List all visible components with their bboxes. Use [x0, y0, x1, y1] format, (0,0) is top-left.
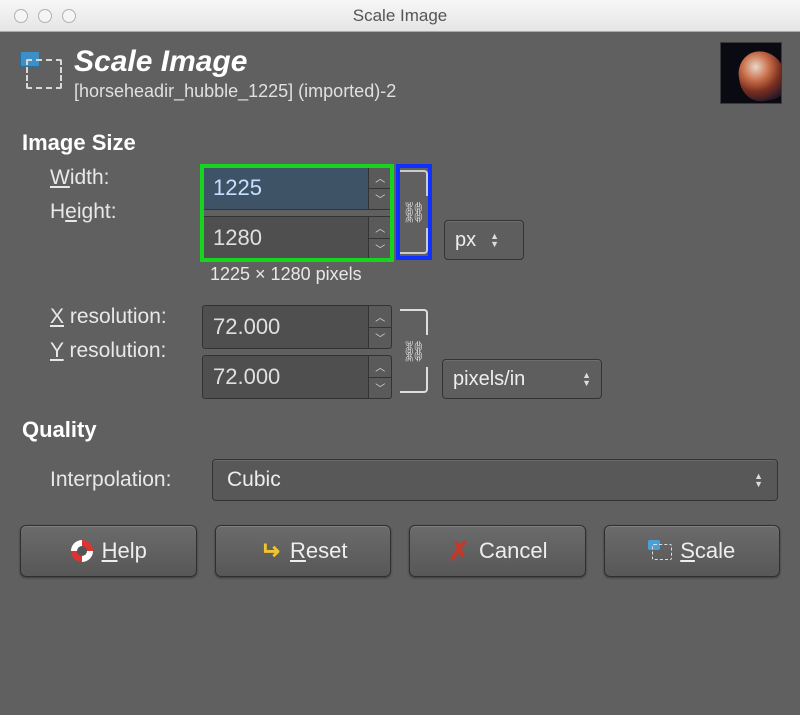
cancel-icon: ✗ [447, 539, 471, 563]
width-label: Width: [22, 166, 202, 190]
xres-step-up[interactable]: ︿ [369, 306, 391, 328]
updown-icon: ▲▼ [754, 472, 763, 488]
lifebuoy-icon [70, 539, 94, 563]
resolution-unit-select[interactable]: pixels/in ▲▼ [442, 359, 602, 399]
updown-icon: ▲▼ [582, 371, 591, 387]
reset-button[interactable]: ↵ Reset [215, 525, 392, 577]
dialog-header: Scale Image [horseheadir_hubble_1225] (i… [0, 32, 800, 112]
zoom-window-button[interactable] [62, 9, 76, 23]
close-window-button[interactable] [14, 9, 28, 23]
yres-spinbox[interactable]: ︿ ﹀ [202, 355, 392, 399]
section-image-size: Image Size [0, 112, 800, 166]
chain-icon: ⛓ [401, 200, 426, 225]
width-step-up[interactable]: ︿ [369, 167, 391, 189]
xres-spinbox[interactable]: ︿ ﹀ [202, 305, 392, 349]
cancel-button[interactable]: ✗ Cancel [409, 525, 586, 577]
section-quality: Quality [0, 399, 800, 453]
button-bar: Help ↵ Reset ✗ Cancel Scale [0, 525, 800, 597]
titlebar: Scale Image [0, 0, 800, 32]
size-unit-value: px [455, 229, 476, 252]
interpolation-value: Cubic [227, 468, 281, 492]
scale-button[interactable]: Scale [604, 525, 781, 577]
yres-step-down[interactable]: ﹀ [369, 378, 391, 399]
width-input[interactable] [203, 167, 368, 209]
height-input[interactable] [203, 217, 368, 259]
height-spinbox[interactable]: ︿ ﹀ [202, 216, 392, 260]
interpolation-select[interactable]: Cubic ▲▼ [212, 459, 778, 501]
minimize-window-button[interactable] [38, 9, 52, 23]
resolution-unit-value: pixels/in [453, 368, 525, 391]
chain-icon: ⛓ [401, 339, 426, 364]
size-unit-select[interactable]: px ▲▼ [444, 220, 524, 260]
yres-input[interactable] [203, 356, 368, 398]
yres-step-up[interactable]: ︿ [369, 356, 391, 378]
width-step-down[interactable]: ﹀ [369, 189, 391, 210]
xres-label: X resolution: [22, 305, 202, 329]
help-button[interactable]: Help [20, 525, 197, 577]
scale-icon [648, 539, 672, 563]
height-label: Height: [22, 200, 202, 224]
scale-image-icon [18, 49, 66, 97]
height-step-down[interactable]: ﹀ [369, 239, 391, 260]
width-spinbox[interactable]: ︿ ﹀ [202, 166, 392, 210]
size-link-toggle[interactable]: ⛓ [398, 166, 430, 258]
undo-icon: ↵ [258, 539, 282, 563]
xres-step-down[interactable]: ﹀ [369, 328, 391, 349]
scale-image-dialog: Scale Image [horseheadir_hubble_1225] (i… [0, 32, 800, 597]
window-title: Scale Image [0, 6, 800, 26]
height-step-up[interactable]: ︿ [369, 217, 391, 239]
window-controls [0, 9, 76, 23]
dialog-subtitle: [horseheadir_hubble_1225] (imported)-2 [74, 81, 720, 102]
interpolation-label: Interpolation: [50, 468, 212, 492]
image-thumbnail [720, 42, 782, 104]
dimensions-note: 1225 × 1280 pixels [210, 264, 800, 285]
yres-label: Y resolution: [22, 339, 202, 363]
resolution-link-toggle[interactable]: ⛓ [398, 305, 430, 397]
dialog-title: Scale Image [74, 45, 720, 79]
updown-icon: ▲▼ [490, 232, 499, 248]
xres-input[interactable] [203, 306, 368, 348]
